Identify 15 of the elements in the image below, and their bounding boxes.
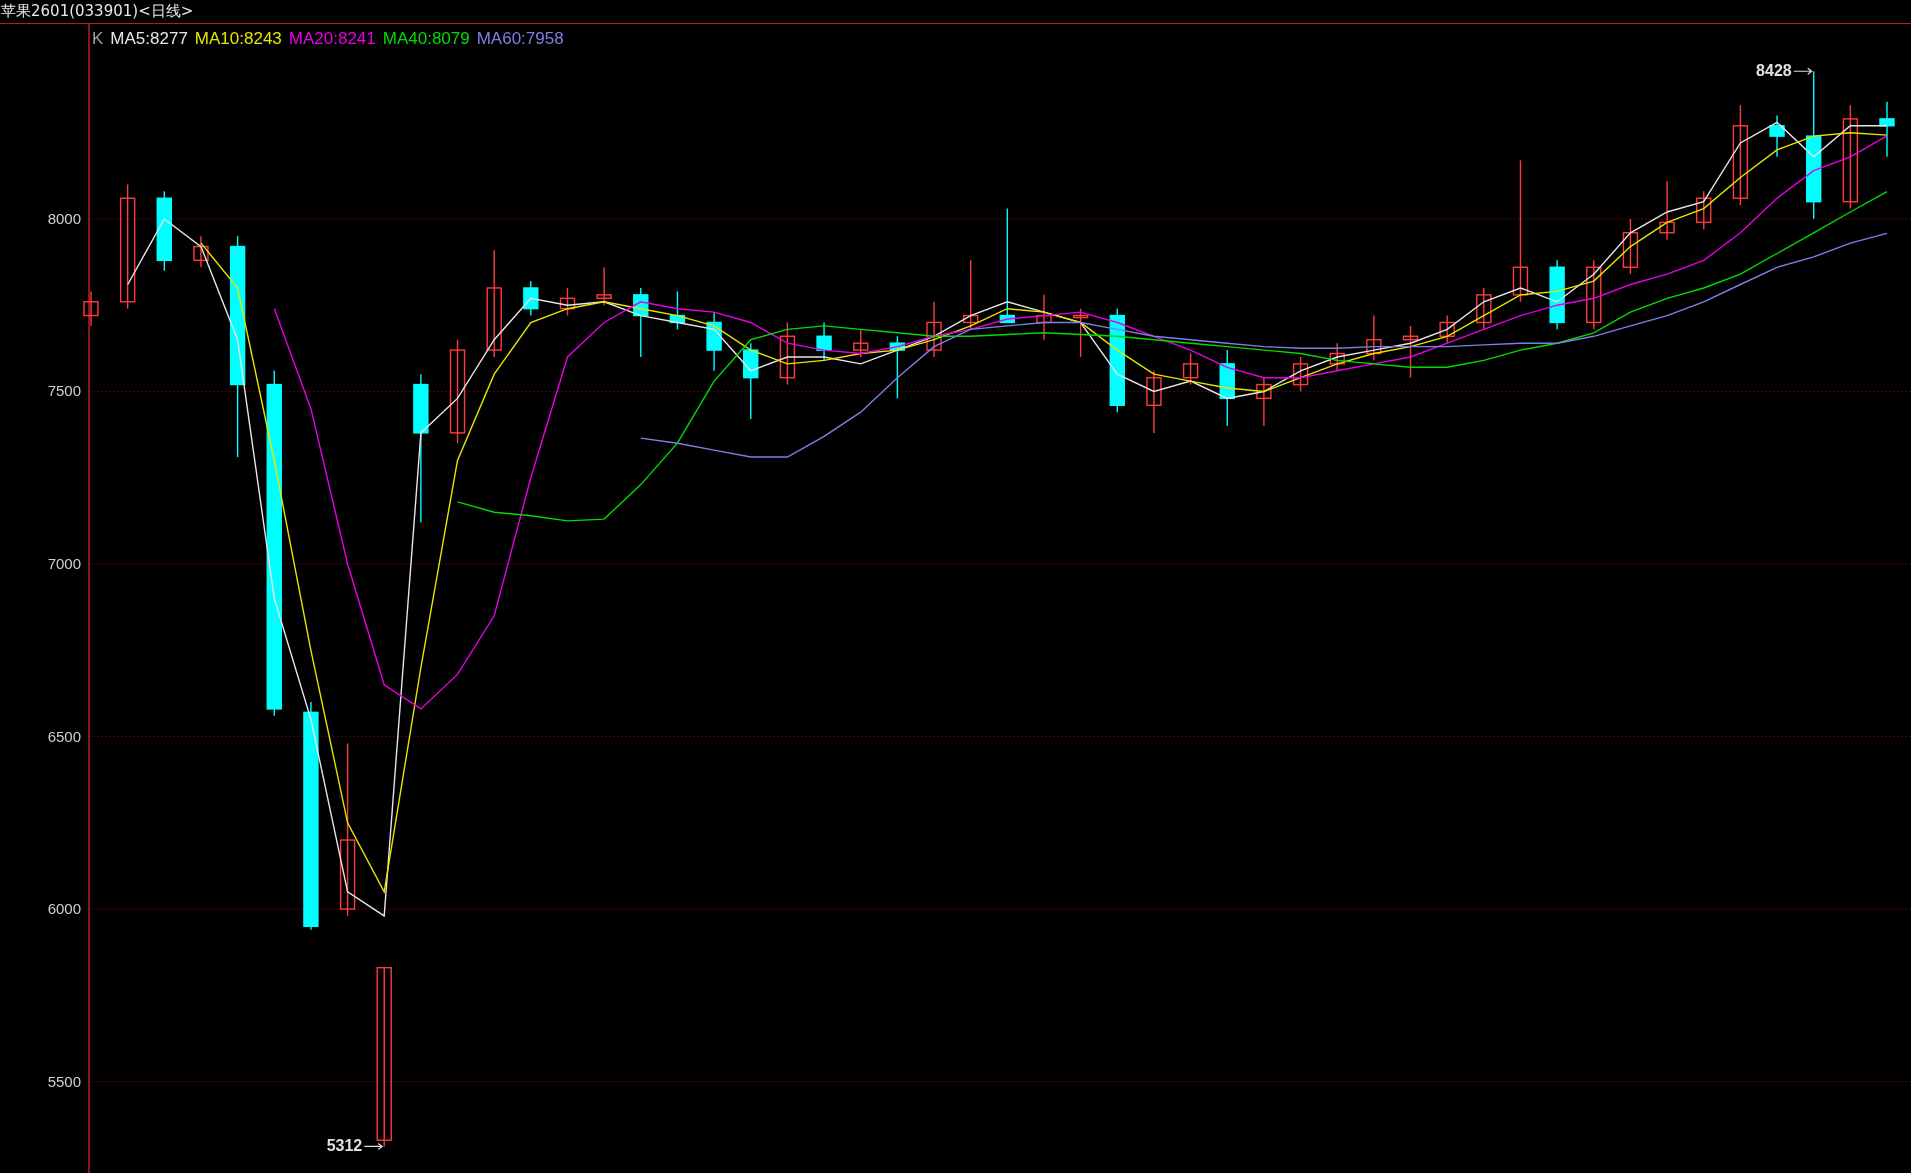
axis-label: 8000 [47, 209, 81, 227]
price-label: 8428 [1756, 62, 1792, 80]
legend-label: MA10:8243 [194, 29, 282, 49]
legend-label: MA5:8277 [110, 29, 188, 49]
legend-label: MA60:7958 [476, 29, 564, 49]
axis-label: 7500 [47, 382, 81, 400]
legend-label: MA40:8079 [382, 29, 470, 49]
price-label: 5312 [326, 1137, 363, 1155]
axis-label: 6500 [47, 727, 81, 745]
axis-label: 7000 [47, 555, 81, 572]
axis-label: 6000 [47, 900, 81, 918]
legend-label: MA20:8241 [288, 29, 376, 49]
axis-label: 5500 [47, 1072, 81, 1090]
chart-title: 苹果2601(033901)<日线> [0, 2, 194, 21]
legend-label: K [92, 29, 104, 49]
